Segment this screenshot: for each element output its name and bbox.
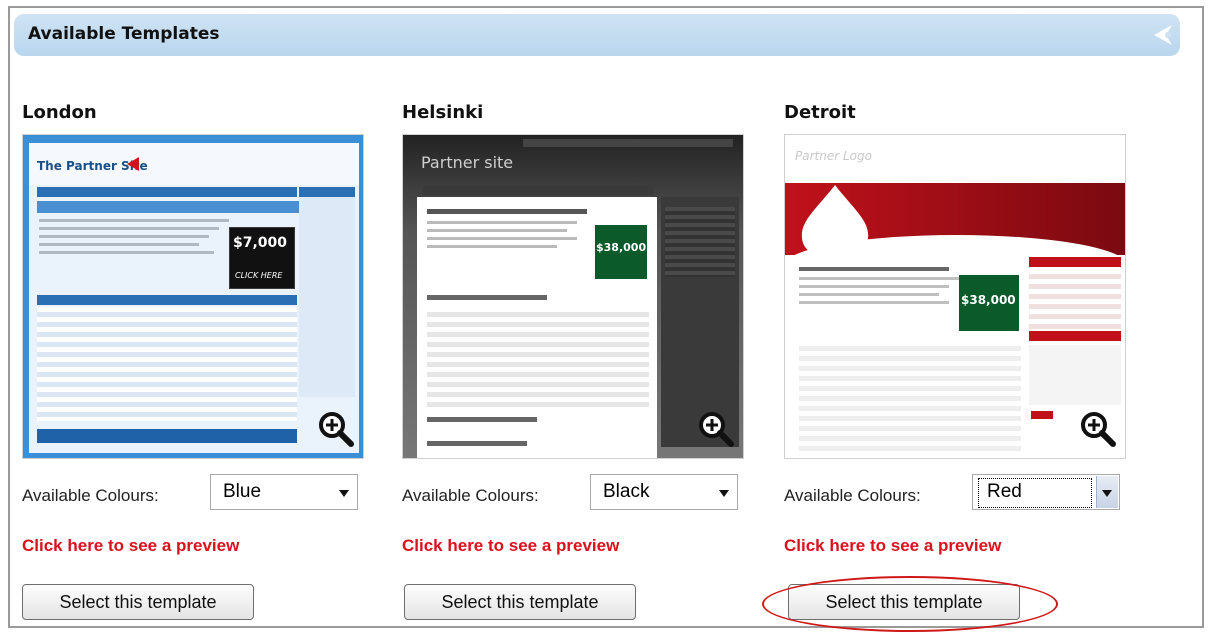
template-card-detroit: Detroit Partner Logo $38,000 Available C… [784, 0, 1144, 634]
template-card-london: London The Partner Site $7,000 CLICK HER… [22, 0, 382, 634]
chevron-down-icon [1102, 490, 1112, 497]
colours-label: Available Colours: [784, 486, 921, 505]
chevron-down-icon [339, 490, 349, 497]
colour-select[interactable]: Red [972, 474, 1120, 510]
template-thumbnail[interactable]: Partner site $38,000 [402, 134, 744, 459]
thumb-site-title: Partner site [421, 153, 514, 172]
thumb-promo-amount: $38,000 [961, 293, 1016, 307]
zoom-in-icon[interactable] [1079, 410, 1117, 448]
thumb-site-title: Partner Logo [795, 149, 872, 163]
template-thumbnail[interactable]: Partner Logo $38,000 [784, 134, 1126, 459]
thumb-promo-amount: $38,000 [596, 241, 647, 254]
zoom-in-icon[interactable] [697, 410, 735, 448]
arrow-left-icon [1154, 25, 1172, 45]
select-template-button[interactable]: Select this template [788, 584, 1020, 620]
thumb-promo-amount: $7,000 [233, 235, 288, 251]
colour-select-value: Black [603, 481, 650, 502]
template-thumbnail[interactable]: The Partner Site $7,000 CLICK HERE [22, 134, 364, 459]
zoom-in-icon[interactable] [317, 410, 355, 448]
colours-label: Available Colours: [22, 486, 159, 505]
spade-icon [801, 185, 869, 267]
colour-select[interactable]: Blue [210, 474, 358, 510]
colour-select-value: Red [978, 478, 1092, 508]
chevron-down-icon [719, 490, 729, 497]
thumb-promo-text: CLICK HERE [235, 271, 283, 280]
select-template-button[interactable]: Select this template [404, 584, 636, 620]
template-name: Detroit [784, 102, 856, 123]
preview-link[interactable]: Click here to see a preview [402, 536, 619, 556]
template-name: London [22, 102, 97, 123]
preview-link[interactable]: Click here to see a preview [784, 536, 1001, 556]
colour-select[interactable]: Black [590, 474, 738, 510]
template-name: Helsinki [402, 102, 484, 123]
colour-select-value: Blue [223, 481, 262, 502]
colours-label: Available Colours: [402, 486, 539, 505]
preview-link[interactable]: Click here to see a preview [22, 536, 239, 556]
select-template-button[interactable]: Select this template [22, 584, 254, 620]
template-card-helsinki: Helsinki Partner site $38,000 Available … [402, 0, 762, 634]
